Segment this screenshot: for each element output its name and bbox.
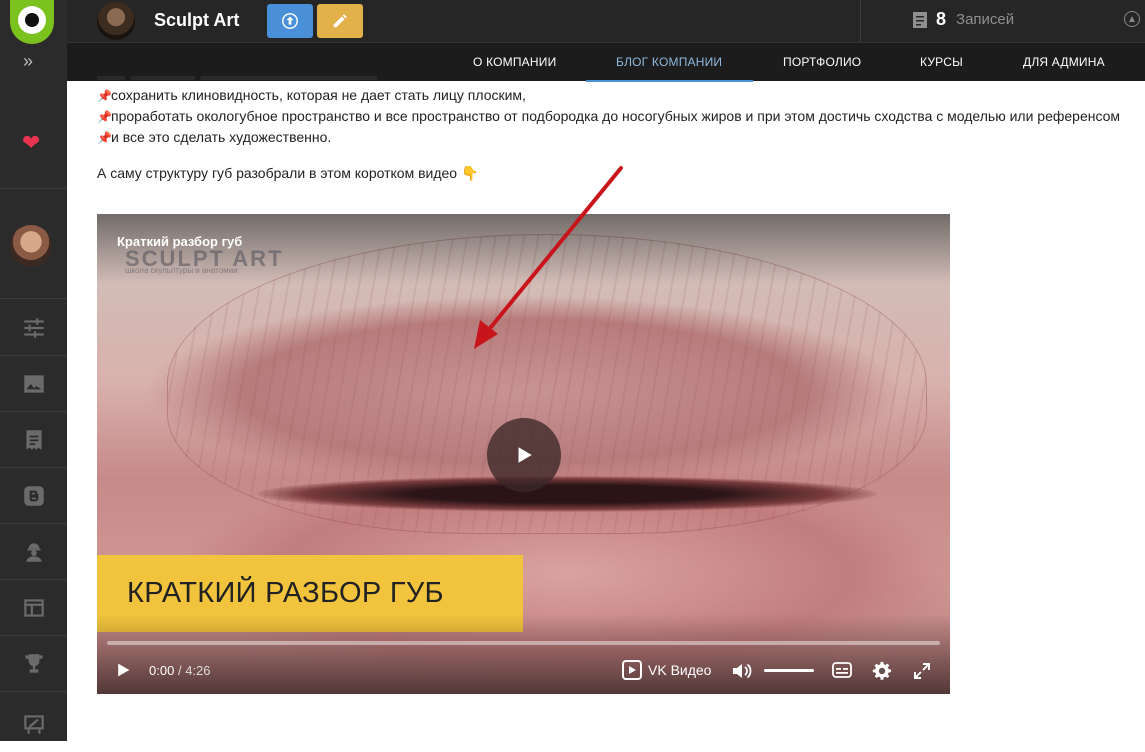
big-play-button[interactable]	[487, 418, 561, 492]
app-logo	[10, 0, 54, 44]
banner-text: КРАТКИЙ РАЗБОР ГУБ	[127, 577, 444, 609]
video-time: 0:00 / 4:26	[149, 663, 211, 678]
pushpin-icon: 📌	[97, 110, 112, 124]
video-title[interactable]: Краткий разбор губ	[117, 234, 242, 249]
records-counter[interactable]: 8 Записей	[912, 9, 1014, 30]
document-icon	[913, 11, 927, 28]
worker-icon[interactable]	[0, 524, 67, 580]
bullet-item: 📌и все это сделать художественно.	[97, 127, 1127, 148]
volume-button[interactable]	[731, 661, 753, 686]
vk-video-label: VK Видео	[648, 662, 712, 678]
upload-icon	[282, 13, 298, 29]
gear-icon	[872, 661, 891, 680]
sidebar-divider	[0, 298, 67, 299]
time-separator: /	[177, 663, 182, 678]
company-avatar[interactable]	[97, 2, 135, 40]
time-current: 0:00	[149, 663, 175, 678]
records-label: Записей	[956, 11, 1015, 28]
settings-button[interactable]	[871, 660, 893, 687]
company-title[interactable]: Sculpt Art	[154, 10, 239, 31]
nav-about[interactable]: О КОМПАНИИ	[473, 55, 556, 69]
heart-icon[interactable]: ❤	[22, 130, 40, 156]
volume-icon	[733, 663, 752, 679]
fullscreen-button[interactable]	[912, 661, 932, 686]
nav-portfolio[interactable]: ПОРТФОЛИО	[783, 55, 861, 69]
blogger-icon[interactable]	[0, 468, 67, 524]
time-total: 4:26	[185, 663, 211, 678]
expand-sidebar-icon[interactable]: »	[23, 52, 33, 70]
records-count: 8	[936, 9, 947, 29]
sidebar-divider	[0, 188, 67, 189]
cut-off-text-line	[97, 74, 397, 82]
upload-button[interactable]	[267, 4, 313, 38]
pencil-icon	[333, 14, 347, 28]
left-sidebar: » ❤	[0, 0, 67, 741]
subtitles-icon	[832, 662, 852, 678]
header-divider	[860, 0, 861, 42]
video-progress-bar[interactable]	[107, 641, 940, 645]
bullet-item: 📌сохранить клиновидность, которая не дае…	[97, 85, 1127, 106]
logo-link[interactable]	[0, 0, 67, 44]
arrow-up-circle-icon[interactable]: ▲	[1124, 11, 1140, 27]
nav-courses[interactable]: КУРСЫ	[920, 55, 963, 69]
sliders-icon[interactable]	[0, 300, 67, 356]
play-icon	[118, 663, 130, 677]
nav-admin[interactable]: ДЛЯ АДМИНА	[1023, 55, 1105, 69]
vk-video-icon	[622, 660, 642, 680]
vk-video-link[interactable]: VK Видео	[622, 660, 711, 680]
nav-blog[interactable]: БЛОГ КОМПАНИИ	[616, 55, 722, 69]
layout-icon[interactable]	[0, 580, 67, 636]
play-icon	[518, 447, 532, 463]
lips-gap	[257, 476, 877, 512]
user-avatar[interactable]	[10, 225, 52, 267]
pushpin-icon: 📌	[97, 131, 112, 145]
edit-button[interactable]	[317, 4, 363, 38]
volume-slider[interactable]	[764, 669, 814, 672]
play-control-button[interactable]	[115, 662, 131, 683]
bullet-item: 📌проработать окологубное пространство и …	[97, 106, 1127, 127]
sidebar-divider	[0, 691, 67, 692]
top-header: Sculpt Art 8 Записей ▲	[67, 0, 1145, 42]
subtitles-button[interactable]	[831, 660, 853, 685]
fullscreen-icon	[914, 663, 930, 679]
easel-icon[interactable]	[0, 696, 67, 752]
controls-gradient	[97, 614, 950, 694]
annotation-arrow	[474, 166, 623, 349]
pushpin-icon: 📌	[97, 89, 112, 103]
document-icon[interactable]	[0, 412, 67, 468]
image-icon[interactable]	[0, 356, 67, 412]
video-watermark-subtitle: школа скульптуры и анатомии	[125, 266, 238, 275]
trophy-icon[interactable]	[0, 636, 67, 692]
